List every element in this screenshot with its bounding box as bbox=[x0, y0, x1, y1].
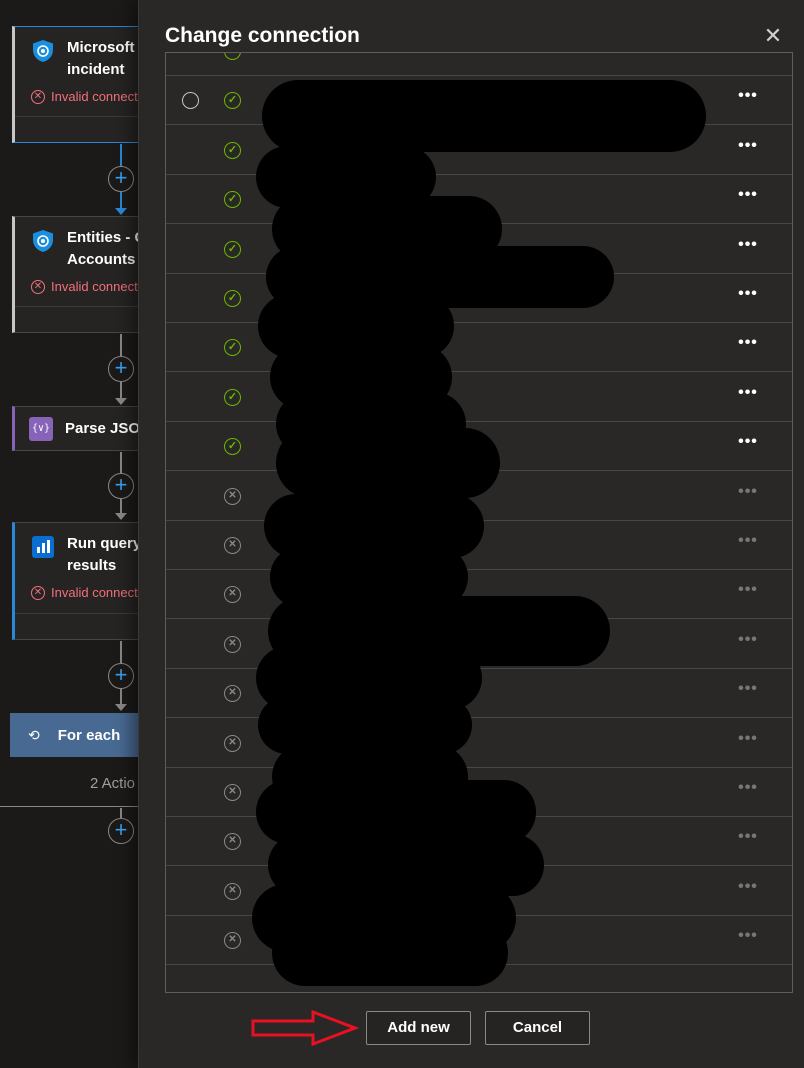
more-options-icon[interactable]: ••• bbox=[734, 928, 762, 952]
add-step-button[interactable]: + bbox=[108, 663, 134, 689]
more-options-icon[interactable]: ••• bbox=[734, 829, 762, 853]
add-step-button[interactable]: + bbox=[108, 818, 134, 844]
more-options-icon[interactable]: ••• bbox=[734, 533, 762, 557]
invalid-x-icon: ✕ bbox=[224, 685, 241, 703]
card-footer bbox=[15, 613, 140, 639]
more-options-icon[interactable]: ••• bbox=[734, 53, 762, 63]
error-icon: ✕ bbox=[31, 585, 45, 600]
invalid-x-icon: ✕ bbox=[224, 784, 241, 801]
panel-title: Change connection bbox=[165, 24, 360, 47]
action-card-entities[interactable]: Entities - G Accounts ✕ Invalid connect bbox=[12, 216, 140, 333]
invalid-x-icon: ✕ bbox=[224, 635, 241, 653]
connector-arrow bbox=[115, 704, 127, 711]
more-options-icon[interactable]: ••• bbox=[734, 483, 762, 508]
connection-error: ✕ Invalid connect bbox=[31, 279, 140, 294]
connection-row[interactable]: ✓ ••• bbox=[166, 373, 792, 422]
add-step-button[interactable]: + bbox=[108, 473, 134, 499]
invalid-x-icon: ✕ bbox=[224, 586, 241, 604]
for-each-body: 2 Actio bbox=[0, 757, 140, 807]
valid-check-icon: ✓ bbox=[224, 240, 241, 258]
more-options-icon[interactable]: ••• bbox=[734, 335, 762, 359]
error-icon: ✕ bbox=[31, 89, 45, 104]
connection-error: ✕ Invalid connect bbox=[31, 585, 140, 600]
sentinel-icon bbox=[33, 40, 53, 62]
more-options-icon[interactable]: ••• bbox=[734, 187, 762, 211]
invalid-x-icon: ✕ bbox=[224, 833, 241, 851]
more-options-icon[interactable]: ••• bbox=[734, 434, 762, 458]
valid-check-icon: ✓ bbox=[224, 438, 241, 456]
action-card-title-2: incident bbox=[67, 61, 125, 78]
redaction-blob bbox=[262, 80, 706, 152]
action-card-for-each[interactable]: ⟲ For each bbox=[10, 713, 140, 757]
error-icon: ✕ bbox=[31, 279, 45, 294]
add-new-button[interactable]: Add new bbox=[366, 1011, 471, 1045]
more-options-icon[interactable]: ••• bbox=[734, 582, 762, 606]
more-options-icon[interactable]: ••• bbox=[734, 730, 762, 755]
valid-check-icon: ✓ bbox=[224, 290, 241, 307]
valid-check-icon: ✓ bbox=[224, 92, 241, 110]
parse-json-icon: {∨} bbox=[29, 416, 53, 441]
more-options-icon[interactable]: ••• bbox=[734, 631, 762, 656]
add-step-button[interactable]: + bbox=[108, 166, 134, 192]
invalid-x-icon: ✕ bbox=[224, 932, 241, 950]
invalid-x-icon: ✕ bbox=[224, 734, 241, 752]
connection-radio[interactable] bbox=[182, 92, 199, 110]
action-card-title-2: Accounts bbox=[67, 251, 136, 268]
valid-check-icon: ✓ bbox=[224, 53, 241, 60]
connection-error: ✕ Invalid connect bbox=[31, 89, 140, 104]
card-footer bbox=[15, 116, 140, 142]
action-card-title: Parse JSON bbox=[65, 420, 140, 437]
redaction-blob bbox=[272, 920, 508, 986]
add-step-button[interactable]: + bbox=[108, 356, 134, 382]
loop-icon: ⟲ bbox=[28, 726, 40, 743]
connector-arrow bbox=[115, 513, 127, 520]
card-footer bbox=[15, 306, 140, 332]
action-card-title: Run query bbox=[67, 535, 140, 552]
action-card-incident[interactable]: Microsoft S incident ✕ Invalid connect bbox=[12, 26, 140, 143]
invalid-x-icon: ✕ bbox=[224, 537, 241, 554]
more-options-icon[interactable]: ••• bbox=[734, 137, 762, 162]
action-card-title: For each bbox=[57, 726, 121, 744]
valid-check-icon: ✓ bbox=[224, 141, 241, 159]
action-card-parse-json[interactable]: {∨} Parse JSON bbox=[12, 406, 140, 451]
connection-error-text: Invalid connect bbox=[51, 279, 138, 294]
valid-check-icon: ✓ bbox=[224, 191, 241, 209]
connector-arrow bbox=[115, 208, 127, 215]
more-options-icon[interactable]: ••• bbox=[734, 681, 762, 705]
redaction-blob bbox=[276, 428, 500, 498]
close-icon[interactable]: ✕ bbox=[761, 24, 785, 48]
invalid-x-icon: ✕ bbox=[224, 487, 241, 505]
more-options-icon[interactable]: ••• bbox=[734, 878, 762, 903]
more-options-icon[interactable]: ••• bbox=[734, 236, 762, 261]
more-options-icon[interactable]: ••• bbox=[734, 286, 762, 310]
action-card-title-2: results bbox=[67, 557, 117, 574]
annotation-arrow-icon bbox=[251, 1009, 359, 1047]
valid-check-icon: ✓ bbox=[224, 388, 241, 406]
valid-check-icon: ✓ bbox=[224, 339, 241, 357]
connector-arrow bbox=[115, 398, 127, 405]
for-each-actions-count[interactable]: 2 Actio bbox=[90, 775, 135, 792]
more-options-icon[interactable]: ••• bbox=[734, 384, 762, 409]
flow-canvas: Microsoft S incident ✕Invalid connect + … bbox=[0, 0, 140, 1068]
action-card-run-query[interactable]: Run query results ✕ Invalid connect bbox=[12, 522, 140, 640]
invalid-x-icon: ✕ bbox=[224, 882, 241, 900]
cancel-button[interactable]: Cancel bbox=[485, 1011, 590, 1045]
more-options-icon[interactable]: ••• bbox=[734, 88, 762, 112]
connection-error-text: Invalid connect bbox=[51, 89, 138, 104]
connection-row[interactable]: ✓ ••• bbox=[166, 53, 792, 76]
action-card-title: Entities - G bbox=[67, 229, 140, 246]
sentinel-icon bbox=[33, 230, 53, 252]
action-card-title: Microsoft S bbox=[67, 39, 140, 56]
log-analytics-icon bbox=[32, 536, 54, 558]
connection-error-text: Invalid connect bbox=[51, 585, 138, 600]
more-options-icon[interactable]: ••• bbox=[734, 780, 762, 804]
